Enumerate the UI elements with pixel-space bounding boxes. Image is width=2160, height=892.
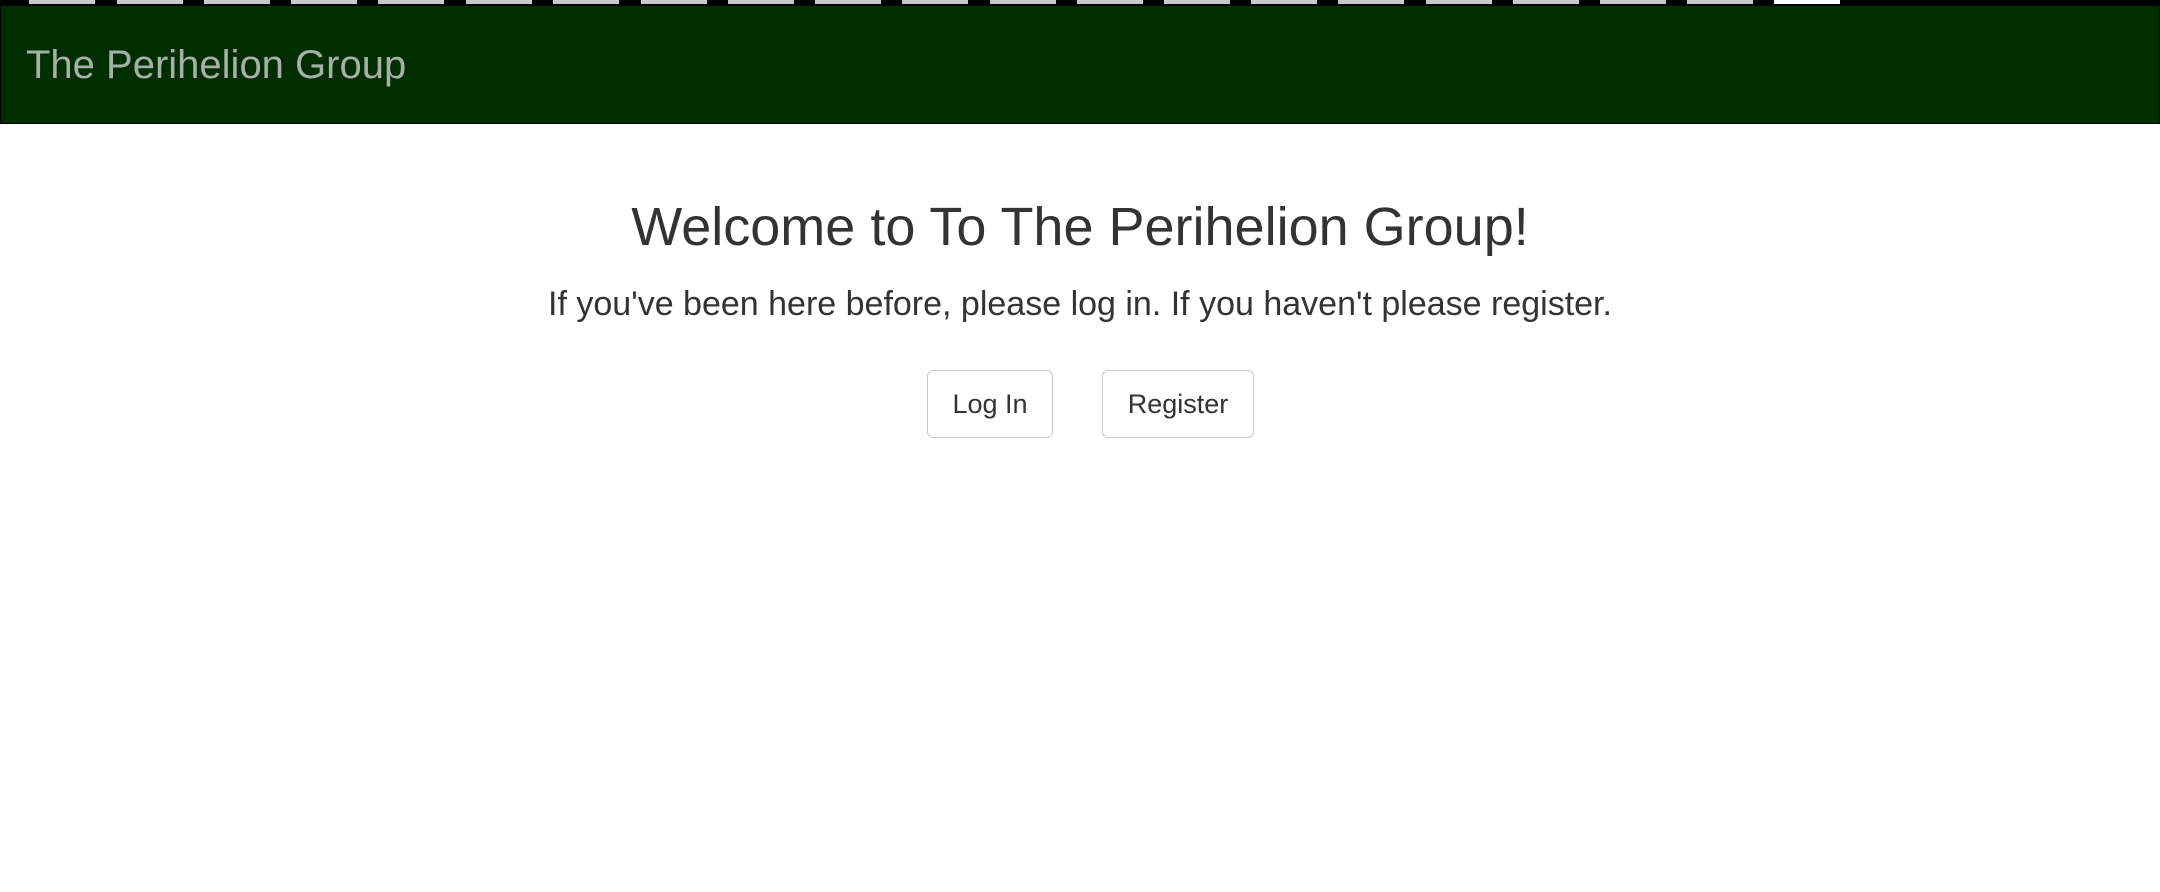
strip-tab[interactable] bbox=[1426, 0, 1492, 4]
strip-tab[interactable] bbox=[902, 0, 968, 4]
strip-tab[interactable] bbox=[815, 0, 881, 4]
strip-tab[interactable] bbox=[1687, 0, 1753, 4]
register-button[interactable]: Register bbox=[1102, 370, 1254, 438]
brand-link[interactable]: The Perihelion Group bbox=[26, 42, 406, 88]
page: The Perihelion Group Welcome to To The P… bbox=[0, 0, 2160, 892]
strip-tab[interactable] bbox=[466, 0, 532, 4]
strip-tab[interactable] bbox=[1077, 0, 1143, 4]
main-content: Welcome to To The Perihelion Group! If y… bbox=[0, 124, 2160, 892]
strip-tab[interactable] bbox=[1251, 0, 1317, 4]
navbar: The Perihelion Group bbox=[0, 6, 2160, 124]
strip-tab-active[interactable] bbox=[1774, 0, 1840, 4]
strip-tab[interactable] bbox=[204, 0, 270, 4]
strip-tab[interactable] bbox=[117, 0, 183, 4]
strip-tab[interactable] bbox=[1164, 0, 1230, 4]
welcome-heading: Welcome to To The Perihelion Group! bbox=[631, 197, 1529, 257]
strip-tab[interactable] bbox=[990, 0, 1056, 4]
strip-tab[interactable] bbox=[378, 0, 444, 4]
strip-tab[interactable] bbox=[641, 0, 707, 4]
strip-tab[interactable] bbox=[29, 0, 95, 4]
strip-tab[interactable] bbox=[291, 0, 357, 4]
login-button[interactable]: Log In bbox=[927, 370, 1053, 438]
strip-tab[interactable] bbox=[553, 0, 619, 4]
welcome-lead: If you've been here before, please log i… bbox=[548, 285, 1612, 323]
strip-tab[interactable] bbox=[1600, 0, 1666, 4]
strip-tab[interactable] bbox=[1513, 0, 1579, 4]
strip-tab[interactable] bbox=[1338, 0, 1404, 4]
strip-tab[interactable] bbox=[728, 0, 794, 4]
